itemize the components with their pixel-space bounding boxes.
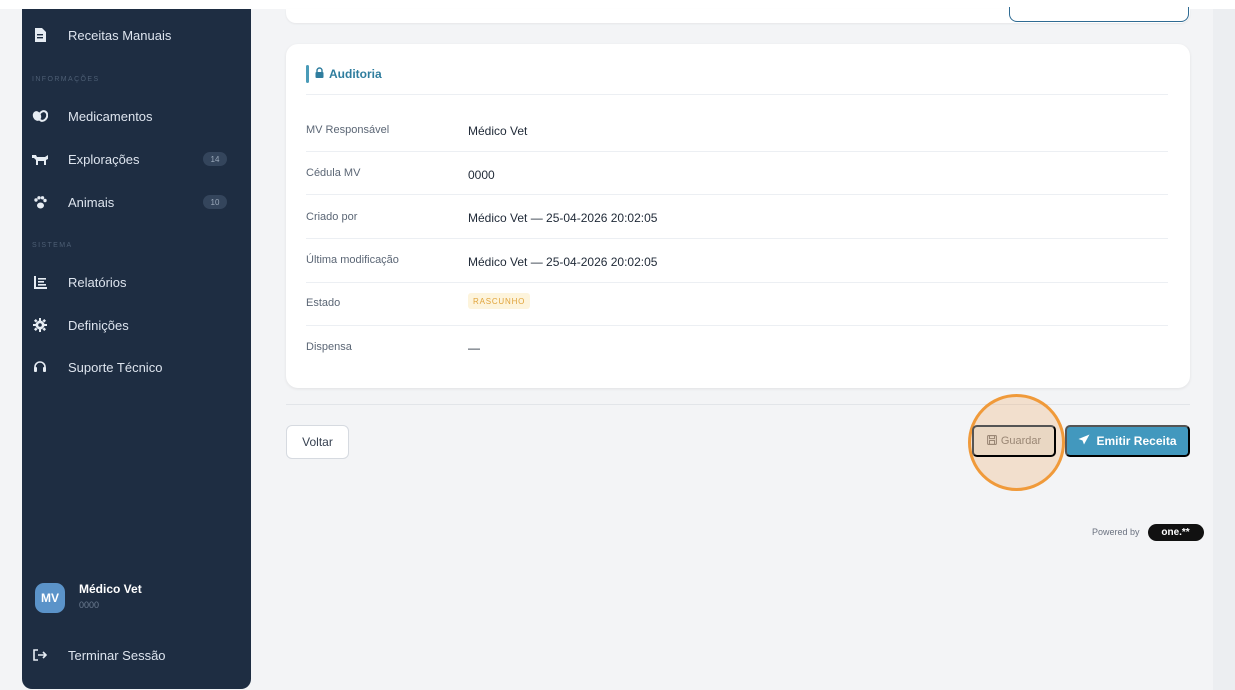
row-value-ultima-modificacao: Médico Vet — 25-04-2026 20:02:05 — [468, 255, 658, 269]
lock-icon — [315, 65, 324, 83]
sidebar-item-label: Explorações — [68, 151, 140, 167]
sidebar-item-definicoes[interactable]: Definições — [22, 312, 251, 338]
save-button[interactable]: Guardar — [972, 425, 1056, 457]
avatar[interactable]: MV — [35, 583, 65, 613]
divider — [306, 94, 1168, 95]
actions-divider — [286, 404, 1190, 405]
row-label-mv-responsavel: MV Responsável — [306, 124, 390, 136]
sidebar-item-label: Receitas Manuais — [68, 27, 172, 43]
status-badge: RASCUNHO — [468, 293, 531, 309]
user-name: Médico Vet — [79, 582, 142, 596]
logout-icon — [32, 647, 48, 663]
back-button[interactable]: Voltar — [286, 425, 349, 459]
pills-icon — [32, 108, 48, 124]
count-badge: 14 — [203, 152, 227, 166]
row-value-mv-responsavel: Médico Vet — [468, 124, 528, 138]
sidebar-item-exploracoes[interactable]: Explorações 14 — [22, 146, 251, 172]
brand-logo[interactable]: one.** — [1147, 523, 1204, 541]
audit-title: Auditoria — [329, 67, 382, 81]
logout-button[interactable]: Terminar Sessão — [22, 642, 251, 668]
sidebar-item-label: Relatórios — [68, 274, 127, 290]
row-label-cedula-mv: Cédula MV — [306, 167, 361, 179]
divider — [306, 238, 1168, 239]
divider — [306, 282, 1168, 283]
row-label-dispensa: Dispensa — [306, 341, 352, 353]
send-icon — [1078, 434, 1090, 449]
logout-label: Terminar Sessão — [68, 647, 166, 663]
save-label: Guardar — [1000, 435, 1042, 447]
paw-icon — [32, 194, 48, 210]
sidebar-item-suporte-tecnico[interactable]: Suporte Técnico — [22, 354, 251, 380]
emit-label: Emitir Receita — [1096, 434, 1177, 448]
audit-header: Auditoria — [306, 64, 382, 84]
sidebar: Receitas Manuais INFORMAÇÕES Medicamento… — [22, 9, 251, 689]
document-icon — [32, 27, 48, 43]
accent-bar — [306, 65, 309, 83]
audit-card: Auditoria MV Responsável Médico Vet Cédu… — [286, 44, 1190, 388]
row-value-dispensa: — — [468, 341, 480, 355]
divider — [306, 325, 1168, 326]
sidebar-item-medicamentos[interactable]: Medicamentos — [22, 103, 251, 129]
sidebar-item-label: Suporte Técnico — [68, 359, 163, 375]
powered-by: Powered by one.** — [1092, 523, 1204, 541]
sidebar-item-label: Medicamentos — [68, 108, 153, 124]
divider — [306, 194, 1168, 195]
previous-card-bottom — [286, 7, 1190, 23]
sidebar-item-receitas-manuais[interactable]: Receitas Manuais — [22, 22, 251, 48]
emit-prescription-button[interactable]: Emitir Receita — [1065, 425, 1190, 457]
row-label-estado: Estado — [306, 297, 341, 309]
user-id: 0000 — [79, 600, 100, 610]
report-icon — [32, 274, 48, 290]
sidebar-item-label: Animais — [68, 194, 115, 210]
sidebar-item-label: Definições — [68, 317, 129, 333]
headset-icon — [32, 359, 48, 375]
row-label-criado-por: Criado por — [306, 211, 358, 223]
powered-by-label: Powered by — [1092, 527, 1140, 537]
scrollbar[interactable] — [1213, 9, 1235, 690]
divider — [306, 151, 1168, 152]
count-badge: 10 — [203, 195, 227, 209]
gear-icon — [32, 317, 48, 333]
row-label-ultima-modificacao: Última modificação — [306, 254, 399, 266]
save-icon — [986, 434, 997, 448]
cow-icon — [32, 151, 48, 167]
previous-card-field[interactable] — [1009, 7, 1189, 22]
sidebar-item-relatorios[interactable]: Relatórios — [22, 269, 251, 295]
section-label-informacoes: INFORMAÇÕES — [32, 76, 100, 83]
row-value-criado-por: Médico Vet — 25-04-2026 20:02:05 — [468, 211, 658, 225]
row-value-cedula-mv: 0000 — [468, 168, 495, 182]
sidebar-item-animais[interactable]: Animais 10 — [22, 189, 251, 215]
section-label-sistema: SISTEMA — [32, 242, 73, 249]
